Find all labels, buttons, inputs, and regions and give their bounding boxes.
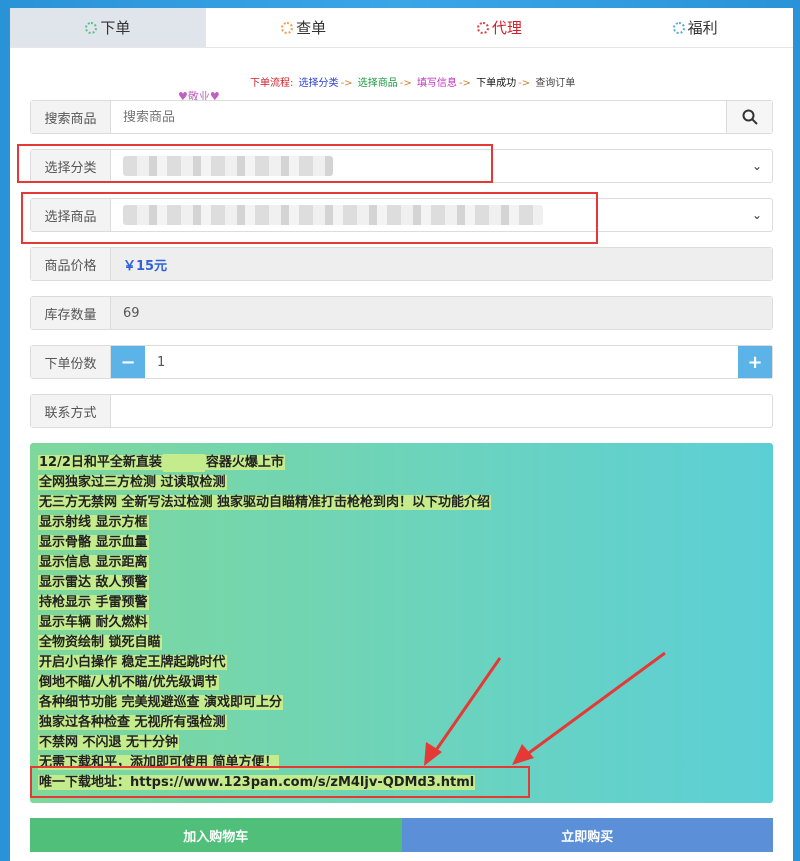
loading-icon <box>476 21 489 34</box>
highlight-box <box>21 192 598 244</box>
flow-prefix: 下单流程: <box>250 78 294 89</box>
tab-order[interactable]: 下单 <box>10 8 206 47</box>
loading-icon <box>85 21 98 34</box>
tab-query[interactable]: 查单 <box>206 8 402 47</box>
order-card: 下单 查单 代理 福利 下单流程: 选择分类 -> 选择商品 -> 填写信息 -> 下… <box>10 8 793 861</box>
notice-line: 显示骨骼 显示血量 <box>38 533 765 553</box>
notice-text: 不禁网 不闪退 无十分钟 <box>38 735 180 750</box>
flow-sep: -> <box>340 78 353 89</box>
flow-step-3: 填写信息 <box>416 78 457 89</box>
notice-text: 显示车辆 耐久燃料 <box>38 615 149 630</box>
loading-icon <box>281 21 294 34</box>
buy-now-button[interactable]: 立即购买 <box>401 818 773 852</box>
notice-text: 开启小白操作 稳定王牌起跳时代 <box>38 655 227 670</box>
price-row: 商品价格 ￥15元 <box>30 247 773 281</box>
stock-value: 69 <box>123 305 140 321</box>
flow-sep: -> <box>518 78 531 89</box>
contact-field[interactable] <box>111 395 772 427</box>
notice-line: 显示射线 显示方框 <box>38 513 765 533</box>
chevron-down-icon[interactable]: ⌄ <box>742 199 772 231</box>
action-buttons: 加入购物车 立即购买 <box>30 818 773 852</box>
search-label: 搜索商品 <box>31 101 111 133</box>
notice-line: 无三方无禁网 全新写法过检测 独家驱动自瞄精准打击枪枪到肉！以下功能介绍 <box>38 493 765 513</box>
tab-bar: 下单 查单 代理 福利 <box>10 8 793 48</box>
price-label: 商品价格 <box>31 248 111 280</box>
loading-icon <box>672 21 685 34</box>
increment-button[interactable]: + <box>738 346 772 378</box>
contact-label: 联系方式 <box>31 395 111 427</box>
tab-order-label: 下单 <box>100 19 131 37</box>
notice-line: 持枪显示 手雷预警 <box>38 593 765 613</box>
quantity-label: 下单份数 <box>31 346 111 378</box>
flow-sep: -> <box>458 78 471 89</box>
notice-text: 显示雷达 敌人预警 <box>38 575 149 590</box>
stock-label: 库存数量 <box>31 297 111 329</box>
tab-query-label: 查单 <box>296 19 327 37</box>
notice-text: 显示骨骼 显示血量 <box>38 535 149 550</box>
red-arrow-icon <box>424 651 666 766</box>
price-field: ￥15元 <box>111 248 772 280</box>
notice-line: 全网独家过三方检测 过读取检测 <box>38 473 765 493</box>
blurred-text <box>162 453 205 472</box>
contact-input[interactable] <box>123 403 772 419</box>
search-icon <box>742 109 758 125</box>
stock-field: 69 <box>111 297 772 329</box>
notice-text: 持枪显示 手雷预警 <box>38 595 149 610</box>
quantity-value: 1 <box>157 354 166 370</box>
decrement-button[interactable]: − <box>111 346 145 378</box>
notice-text: 全网独家过三方检测 过读取检测 <box>38 475 227 490</box>
notice-text: 各种细节功能 完美规避巡查 演戏即可上分 <box>38 695 284 710</box>
tab-agent[interactable]: 代理 <box>402 8 598 47</box>
notice-text: 独家过各种检查 无视所有强检测 <box>38 715 227 730</box>
search-field[interactable] <box>111 101 726 133</box>
notice-text: 12/2日和平全新直装 <box>38 455 163 470</box>
highlight-box <box>30 766 530 798</box>
notice-text: 容器火爆上市 <box>204 455 285 470</box>
notice-text: 显示射线 显示方框 <box>38 515 149 530</box>
quantity-field[interactable]: 1 <box>145 346 738 378</box>
notice-text: 倒地不瞄/人机不瞄/优先级调节 <box>38 675 219 690</box>
flow-step-4: 下单成功 <box>476 78 517 89</box>
flow-step-1: 选择分类 <box>298 78 339 89</box>
notice-text: 显示信息 显示距离 <box>38 555 149 570</box>
tab-agent-label: 代理 <box>491 19 522 37</box>
quantity-row: 下单份数 − 1 + <box>30 345 773 379</box>
contact-row: 联系方式 <box>30 394 773 428</box>
search-button[interactable] <box>726 101 772 133</box>
price-value: ￥15元 <box>123 258 168 274</box>
notice-line: 显示信息 显示距离 <box>38 553 765 573</box>
tab-welfare[interactable]: 福利 <box>597 8 793 47</box>
notice-text: 全物资绘制 锁死自瞄 <box>38 635 162 650</box>
tab-welfare-label: 福利 <box>687 19 718 37</box>
flow-step-5: 查询订单 <box>535 78 576 89</box>
search-input[interactable] <box>123 109 726 125</box>
flow-step-2: 选择商品 <box>357 78 398 89</box>
add-to-cart-button[interactable]: 加入购物车 <box>30 818 402 852</box>
flow-sep: -> <box>399 78 412 89</box>
order-flow: 下单流程: 选择分类 -> 选择商品 -> 填写信息 -> 下单成功 -> 查询订单 <box>250 74 577 89</box>
search-row: 搜索商品 <box>30 100 773 134</box>
stock-row: 库存数量 69 <box>30 296 773 330</box>
highlight-box <box>17 144 493 183</box>
notice-text: 无三方无禁网 全新写法过检测 独家驱动自瞄精准打击枪枪到肉！以下功能介绍 <box>38 495 492 510</box>
notice-line: 12/2日和平全新直装 容器火爆上市 <box>38 453 765 473</box>
chevron-down-icon[interactable]: ⌄ <box>742 150 772 182</box>
notice-line: 显示雷达 敌人预警 <box>38 573 765 593</box>
notice-line: 显示车辆 耐久燃料 <box>38 613 765 633</box>
